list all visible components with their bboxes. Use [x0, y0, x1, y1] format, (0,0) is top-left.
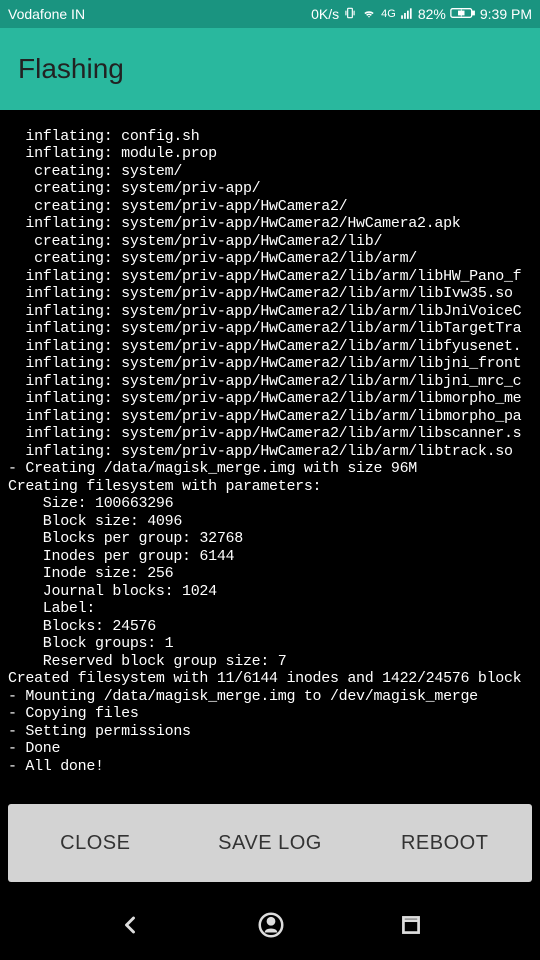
- app-header: Flashing: [0, 28, 540, 110]
- terminal-line: creating: system/priv-app/HwCamera2/lib/…: [8, 250, 540, 268]
- save-log-button[interactable]: SAVE LOG: [183, 804, 358, 882]
- terminal-line: inflating: system/priv-app/HwCamera2/lib…: [8, 443, 540, 461]
- terminal-line: - Done: [8, 740, 540, 758]
- terminal-line: Label:: [8, 600, 540, 618]
- terminal-line: creating: system/priv-app/: [8, 180, 540, 198]
- terminal-line: Created filesystem with 11/6144 inodes a…: [8, 670, 540, 688]
- back-icon[interactable]: [116, 911, 144, 944]
- terminal-line: - Creating /data/magisk_merge.img with s…: [8, 460, 540, 478]
- terminal-line: Size: 100663296: [8, 495, 540, 513]
- page-title: Flashing: [18, 53, 124, 85]
- terminal-line: Block groups: 1: [8, 635, 540, 653]
- terminal-line: inflating: system/priv-app/HwCamera2/lib…: [8, 390, 540, 408]
- status-bar: Vodafone IN 0K/s 4G 82% 9:39 PM: [0, 0, 540, 28]
- terminal-line: creating: system/: [8, 163, 540, 181]
- close-button[interactable]: CLOSE: [8, 804, 183, 882]
- vibrate-icon: [343, 6, 357, 23]
- terminal-line: inflating: system/priv-app/HwCamera2/lib…: [8, 268, 540, 286]
- terminal-line: Inodes per group: 6144: [8, 548, 540, 566]
- terminal-line: inflating: module.prop: [8, 145, 540, 163]
- signal-bars-icon: [400, 6, 414, 23]
- button-row: CLOSE SAVE LOG REBOOT: [8, 804, 532, 882]
- recent-apps-icon[interactable]: [398, 912, 424, 943]
- terminal-line: inflating: system/priv-app/HwCamera2/HwC…: [8, 215, 540, 233]
- terminal-line: inflating: system/priv-app/HwCamera2/lib…: [8, 338, 540, 356]
- terminal-line: inflating: config.sh: [8, 128, 540, 146]
- terminal-line: - Mounting /data/magisk_merge.img to /de…: [8, 688, 540, 706]
- terminal-line: Block size: 4096: [8, 513, 540, 531]
- terminal-line: inflating: system/priv-app/HwCamera2/lib…: [8, 355, 540, 373]
- terminal-line: inflating: system/priv-app/HwCamera2/lib…: [8, 425, 540, 443]
- signal-type: 4G: [381, 8, 396, 20]
- battery-icon: [450, 6, 476, 23]
- terminal-line: - Setting permissions: [8, 723, 540, 741]
- wifi-icon: [361, 6, 377, 23]
- terminal-line: creating: system/priv-app/HwCamera2/: [8, 198, 540, 216]
- terminal-line: creating: system/priv-app/HwCamera2/lib/: [8, 233, 540, 251]
- terminal-line: Reserved block group size: 7: [8, 653, 540, 671]
- status-time: 9:39 PM: [480, 6, 532, 22]
- status-speed: 0K/s: [311, 6, 339, 22]
- terminal-line: Journal blocks: 1024: [8, 583, 540, 601]
- terminal-line: inflating: system/priv-app/HwCamera2/lib…: [8, 408, 540, 426]
- terminal-line: Blocks: 24576: [8, 618, 540, 636]
- home-icon[interactable]: [256, 910, 286, 945]
- terminal-line: - All done!: [8, 758, 540, 776]
- terminal-line: inflating: system/priv-app/HwCamera2/lib…: [8, 285, 540, 303]
- battery-percent: 82%: [418, 6, 446, 22]
- terminal-line: inflating: system/priv-app/HwCamera2/lib…: [8, 373, 540, 391]
- terminal-line: inflating: system/priv-app/HwCamera2/lib…: [8, 320, 540, 338]
- terminal-line: Blocks per group: 32768: [8, 530, 540, 548]
- terminal-line: Inode size: 256: [8, 565, 540, 583]
- status-carrier: Vodafone IN: [8, 6, 85, 22]
- reboot-button[interactable]: REBOOT: [357, 804, 532, 882]
- terminal-line: inflating: system/priv-app/HwCamera2/lib…: [8, 303, 540, 321]
- terminal-output[interactable]: inflating: config.sh inflating: module.p…: [0, 110, 540, 794]
- nav-bar: [0, 894, 540, 960]
- terminal-line: - Copying files: [8, 705, 540, 723]
- terminal-line: Creating filesystem with parameters:: [8, 478, 540, 496]
